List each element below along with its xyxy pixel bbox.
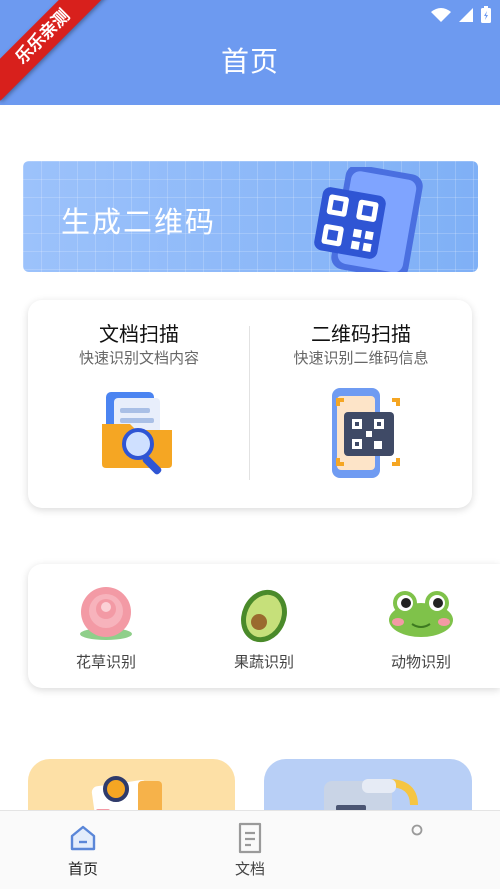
document-icon xyxy=(238,822,262,854)
tab-label: 首页 xyxy=(67,860,98,878)
identify-label: 动物识别 xyxy=(390,653,451,671)
identify-label: 花草识别 xyxy=(75,653,136,671)
signal-icon xyxy=(459,8,473,22)
generate-qr-banner[interactable]: 生成二维码 xyxy=(23,161,478,272)
scan-subtitle: 快速识别二维码信息 xyxy=(293,349,429,367)
flower-icon xyxy=(80,587,132,640)
page-title: 首页 xyxy=(220,45,279,78)
animal-identify-button[interactable]: 动物识别 xyxy=(346,564,496,688)
identify-label: 果蔬识别 xyxy=(233,653,294,671)
bottom-tab-bar: 首页 文档 xyxy=(0,810,500,889)
tab-home[interactable]: 首页 xyxy=(23,811,143,889)
avocado-icon xyxy=(241,589,287,643)
fruit-identify-button[interactable]: 果蔬识别 xyxy=(189,564,339,688)
document-scan-button[interactable]: 文档扫描 快速识别文档内容 xyxy=(28,300,250,508)
scan-card: 文档扫描 快速识别文档内容 二维码扫描 快速识别二维码信息 xyxy=(28,300,472,508)
battery-icon xyxy=(481,6,491,23)
scan-title: 文档扫描 xyxy=(99,322,179,346)
banner-label: 生成二维码 xyxy=(61,205,217,239)
scan-title: 二维码扫描 xyxy=(311,322,411,346)
phone-qr-scan-icon xyxy=(332,388,400,478)
qr-scan-button[interactable]: 二维码扫描 快速识别二维码信息 xyxy=(250,300,472,508)
folder-search-icon xyxy=(102,392,172,475)
home-icon xyxy=(70,825,96,851)
wifi-icon xyxy=(431,8,451,22)
scan-subtitle: 快速识别文档内容 xyxy=(78,349,199,367)
tab-label: 文档 xyxy=(234,860,265,878)
tab-documents[interactable]: 文档 xyxy=(190,811,310,889)
flower-identify-button[interactable]: 花草识别 xyxy=(31,564,181,688)
tab-dot-icon xyxy=(411,824,423,836)
frog-icon xyxy=(389,591,453,637)
identify-card: 花草识别 果蔬识别 动物识别 xyxy=(28,564,500,688)
phone-qr-icon xyxy=(314,167,423,272)
status-bar-icons xyxy=(430,6,492,24)
